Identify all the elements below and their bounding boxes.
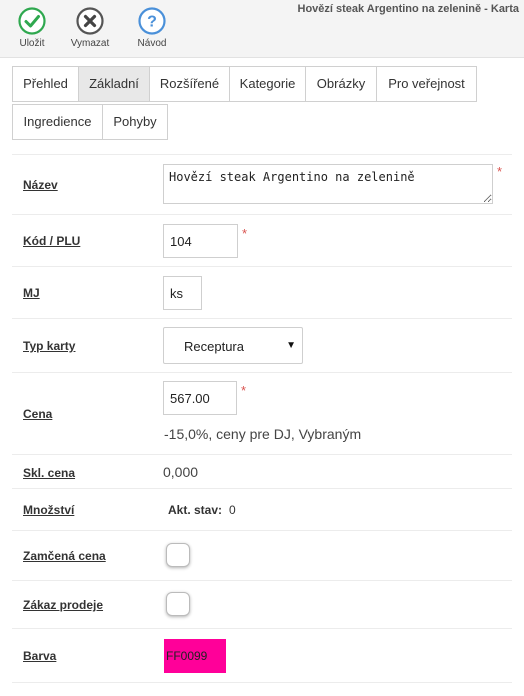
code-field[interactable]: 104 — [163, 224, 238, 258]
card-type-select[interactable]: Receptura ▼ — [163, 327, 303, 364]
quantity-current-value: 0 — [229, 503, 236, 517]
save-button[interactable]: Uložit — [0, 6, 64, 49]
quantity-row: Množství Akt. stav: 0 — [12, 488, 512, 530]
price-row: Cena 567.00 * -15,0%, ceny pre DJ, Vybra… — [12, 372, 512, 454]
name-row: Název Hovězí steak Argentino na zelenině… — [12, 154, 512, 214]
tab-kategorie[interactable]: Kategorie — [229, 66, 306, 102]
help-circle-icon: ? — [138, 7, 166, 35]
locked-price-checkbox[interactable] — [166, 543, 190, 567]
sale-ban-row: Zákaz prodeje — [12, 580, 512, 628]
price-field[interactable]: 567.00 — [163, 381, 237, 415]
sale-ban-label[interactable]: Zákaz prodeje — [23, 598, 103, 612]
name-label[interactable]: Název — [23, 178, 58, 192]
chevron-down-icon: ▼ — [286, 340, 296, 351]
check-circle-icon — [18, 7, 46, 35]
tab-rozsirene[interactable]: Rozšířené — [149, 66, 230, 102]
quantity-current-label: Akt. stav: — [168, 503, 223, 517]
code-label[interactable]: Kód / PLU — [23, 234, 80, 248]
tab-ingredience[interactable]: Ingredience — [12, 104, 103, 140]
close-circle-icon — [76, 7, 104, 35]
price-label[interactable]: Cena — [23, 407, 52, 421]
locked-price-label[interactable]: Zamčená cena — [23, 549, 106, 563]
color-swatch-field[interactable]: FF0099 — [164, 639, 226, 673]
svg-text:?: ? — [147, 14, 157, 31]
save-label: Uložit — [19, 38, 45, 49]
price-required-mark: * — [241, 383, 247, 398]
window-title: Hovězí steak Argentino na zelenině - Kar… — [297, 3, 519, 15]
price-note: -15,0%, ceny pre DJ, Vybraným — [164, 426, 362, 442]
unit-label[interactable]: MJ — [23, 286, 40, 300]
toolbar: Uložit Vymazat ? Návod Hovězí steak Arge… — [0, 0, 524, 58]
help-label: Návod — [137, 38, 167, 49]
color-row: Barva FF0099 — [12, 628, 512, 682]
code-row: Kód / PLU 104 * — [12, 214, 512, 266]
name-required-mark: * — [497, 164, 503, 179]
tab-obrazky[interactable]: Obrázky — [305, 66, 377, 102]
card-type-value: Receptura — [184, 339, 244, 354]
sale-ban-checkbox[interactable] — [166, 592, 190, 616]
color-label[interactable]: Barva — [23, 649, 56, 663]
help-button[interactable]: ? Návod — [120, 6, 184, 49]
quantity-label[interactable]: Množství — [23, 503, 74, 517]
form-bottom-divider — [12, 682, 512, 683]
tab-zakladni[interactable]: Základní — [78, 66, 150, 102]
card-type-label[interactable]: Typ karty — [23, 339, 75, 353]
tab-prehled[interactable]: Přehled — [12, 66, 79, 102]
tab-pro-verejnost[interactable]: Pro veřejnost — [376, 66, 477, 102]
unit-row: MJ ks — [12, 266, 512, 318]
stock-price-value: 0,000 — [163, 464, 199, 480]
card-type-row: Typ karty Receptura ▼ — [12, 318, 512, 372]
code-required-mark: * — [242, 226, 248, 241]
delete-label: Vymazat — [70, 38, 110, 49]
delete-button[interactable]: Vymazat — [58, 6, 122, 49]
locked-price-row: Zamčená cena — [12, 530, 512, 580]
tab-pohyby[interactable]: Pohyby — [102, 104, 168, 140]
stock-price-row: Skl. cena 0,000 — [12, 454, 512, 488]
name-field[interactable]: Hovězí steak Argentino na zelenině — [163, 164, 493, 204]
unit-field[interactable]: ks — [163, 276, 202, 310]
stock-price-label[interactable]: Skl. cena — [23, 466, 75, 480]
